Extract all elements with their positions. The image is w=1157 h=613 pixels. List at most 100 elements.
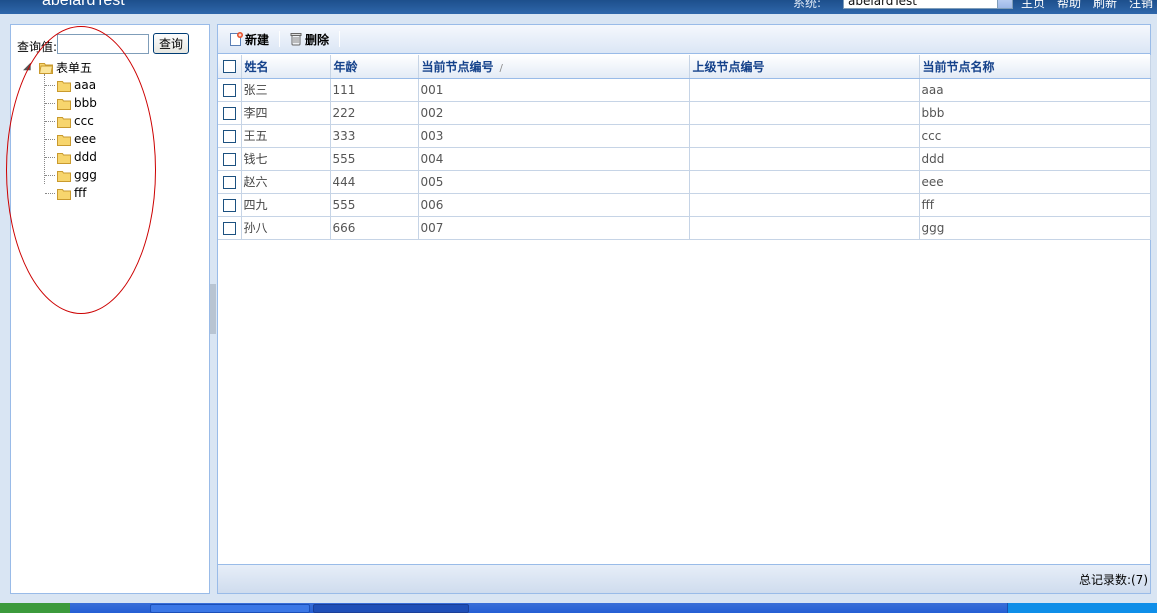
toolbar-separator xyxy=(279,31,281,47)
row-select-cell[interactable] xyxy=(218,147,242,171)
tree-panel: 查询值: 查询 ◢ 表单五 aaa bbb ccc eee ddd ggg ff… xyxy=(10,24,210,594)
link-logout[interactable]: 注销 xyxy=(1129,0,1153,11)
search-input[interactable] xyxy=(57,33,150,54)
cell-parent-id xyxy=(689,78,920,102)
expand-arrow-icon[interactable]: ◢ xyxy=(23,61,35,73)
row-select-cell[interactable] xyxy=(218,193,242,217)
taskbar-window-1[interactable] xyxy=(150,604,310,613)
grid-footer: 总记录数:(7) xyxy=(218,564,1150,593)
column-header-node-name[interactable]: 当前节点名称 xyxy=(919,55,1151,79)
link-refresh[interactable]: 刷新 xyxy=(1093,0,1117,11)
taskbar-window-2[interactable] xyxy=(313,604,469,613)
row-select-cell[interactable] xyxy=(218,216,242,240)
column-header-parent-id[interactable]: 上级节点编号 xyxy=(689,55,920,79)
cell-name: 赵六 xyxy=(241,170,331,194)
cell-node-name: eee xyxy=(919,170,1151,194)
select-all-cell[interactable] xyxy=(218,55,242,79)
table-row[interactable]: 孙八 666 007 ggg xyxy=(218,216,1151,240)
row-checkbox[interactable] xyxy=(222,198,236,212)
cell-node-name: bbb xyxy=(919,101,1151,125)
tree-node-eee[interactable]: eee xyxy=(21,130,97,148)
splitter-grip[interactable] xyxy=(210,284,216,334)
row-checkbox[interactable] xyxy=(222,175,236,189)
grid-toolbar: 新建 删除 xyxy=(218,25,1150,54)
cell-parent-id xyxy=(689,216,920,240)
cell-node-name: fff xyxy=(919,193,1151,217)
cell-node-id: 006 xyxy=(418,193,690,217)
cell-age: 555 xyxy=(330,147,419,171)
cell-age: 444 xyxy=(330,170,419,194)
folder-icon xyxy=(57,151,71,164)
toolbar-separator xyxy=(339,31,341,47)
app-title: abelardTest xyxy=(42,0,125,9)
cell-parent-id xyxy=(689,101,920,125)
delete-button[interactable]: 删除 xyxy=(288,31,337,48)
system-tray xyxy=(1007,603,1157,613)
panel-splitter[interactable] xyxy=(210,24,217,594)
tree-node-label: ddd xyxy=(74,150,97,164)
cell-node-id: 004 xyxy=(418,147,690,171)
row-checkbox[interactable] xyxy=(222,83,236,97)
cell-node-name: ddd xyxy=(919,147,1151,171)
table-row[interactable]: 钱七 555 004 ddd xyxy=(218,147,1151,171)
row-checkbox[interactable] xyxy=(222,221,236,235)
tree-node-aaa[interactable]: aaa xyxy=(21,76,97,94)
os-taskbar xyxy=(0,603,1157,613)
grid-panel: 新建 删除 姓名 年龄 当前节点编号 / 上级节点编号 当前节点名称 张三 11… xyxy=(217,24,1151,594)
cell-node-name: aaa xyxy=(919,78,1151,102)
tree-node-root[interactable]: ◢ 表单五 xyxy=(21,58,97,76)
row-checkbox[interactable] xyxy=(222,106,236,120)
system-select[interactable]: abelardTest xyxy=(843,0,1013,9)
table-row[interactable]: 张三 111 001 aaa xyxy=(218,78,1151,102)
link-home[interactable]: 主页 xyxy=(1021,0,1045,11)
cell-name: 孙八 xyxy=(241,216,331,240)
folder-icon xyxy=(57,169,71,182)
cell-name: 张三 xyxy=(241,78,331,102)
new-button[interactable]: 新建 xyxy=(228,31,277,48)
tree-node-ggg[interactable]: ggg xyxy=(21,166,97,184)
chevron-down-icon[interactable] xyxy=(997,0,1012,8)
search-label: 查询值: xyxy=(17,40,58,54)
cell-age: 666 xyxy=(330,216,419,240)
grid-header-row: 姓名 年龄 当前节点编号 / 上级节点编号 当前节点名称 xyxy=(218,55,1151,79)
row-select-cell[interactable] xyxy=(218,78,242,102)
start-button[interactable] xyxy=(0,603,70,613)
cell-parent-id xyxy=(689,193,920,217)
cell-node-id: 007 xyxy=(418,216,690,240)
column-header-node-id[interactable]: 当前节点编号 / xyxy=(418,55,690,79)
select-all-checkbox[interactable] xyxy=(222,60,236,74)
row-select-cell[interactable] xyxy=(218,170,242,194)
cell-node-id: 003 xyxy=(418,124,690,148)
row-checkbox[interactable] xyxy=(222,152,236,166)
table-row[interactable]: 王五 333 003 ccc xyxy=(218,124,1151,148)
new-document-icon xyxy=(228,31,244,47)
folder-open-icon xyxy=(39,61,53,74)
row-select-cell[interactable] xyxy=(218,101,242,125)
table-row[interactable]: 李四 222 002 bbb xyxy=(218,101,1151,125)
tree-node-ddd[interactable]: ddd xyxy=(21,148,97,166)
column-header-label: 当前节点编号 xyxy=(421,59,494,74)
row-checkbox[interactable] xyxy=(222,129,236,143)
cell-age: 333 xyxy=(330,124,419,148)
tree-node-fff[interactable]: fff xyxy=(21,184,97,202)
sort-ascending-icon: / xyxy=(499,62,503,74)
cell-age: 555 xyxy=(330,193,419,217)
cell-node-name: ggg xyxy=(919,216,1151,240)
column-header-name[interactable]: 姓名 xyxy=(241,55,331,79)
search-button[interactable]: 查询 xyxy=(153,33,190,54)
tree-node-label: 表单五 xyxy=(56,60,93,75)
row-select-cell[interactable] xyxy=(218,124,242,148)
tree-search-row: 查询值: 查询 xyxy=(17,32,190,55)
new-button-label: 新建 xyxy=(245,32,270,47)
table-row[interactable]: 赵六 444 005 eee xyxy=(218,170,1151,194)
cell-age: 222 xyxy=(330,101,419,125)
cell-node-id: 001 xyxy=(418,78,690,102)
tree-node-ccc[interactable]: ccc xyxy=(21,112,97,130)
tree-node-bbb[interactable]: bbb xyxy=(21,94,97,112)
link-help[interactable]: 帮助 xyxy=(1057,0,1081,11)
cell-parent-id xyxy=(689,170,920,194)
column-header-age[interactable]: 年龄 xyxy=(330,55,419,79)
folder-icon xyxy=(57,97,71,110)
table-row[interactable]: 四九 555 006 fff xyxy=(218,193,1151,217)
cell-node-id: 005 xyxy=(418,170,690,194)
